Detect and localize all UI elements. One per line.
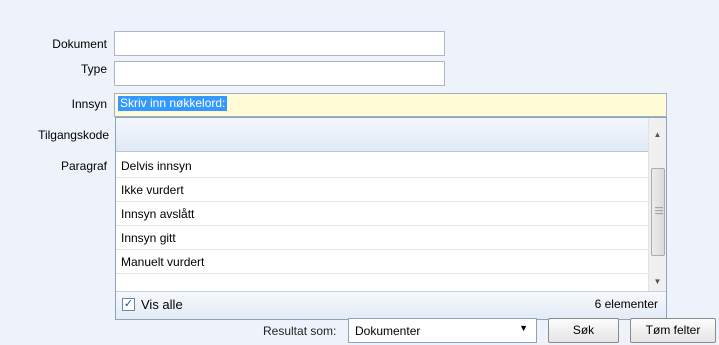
- tom-felter-button[interactable]: Tøm felter: [630, 318, 716, 343]
- dokument-field[interactable]: [114, 31, 445, 56]
- list-item[interactable]: Ikke vurdert: [116, 178, 649, 202]
- scrollbar-thumb[interactable]: — — —: [651, 168, 665, 256]
- list-item[interactable]: Manuelt vurdert: [116, 250, 649, 274]
- list-item[interactable]: Innsyn avslått: [116, 202, 649, 226]
- innsyn-input-selected-text[interactable]: Skriv inn nøkkelord:: [118, 96, 228, 111]
- list-item[interactable]: Innsyn gitt: [116, 226, 649, 250]
- element-count: 6 elementer: [594, 297, 658, 311]
- innsyn-label: Innsyn: [71, 97, 107, 111]
- scrollbar-grip-icon: — — —: [655, 203, 663, 218]
- dropdown-filter-row[interactable]: [116, 118, 651, 152]
- scroll-down-arrow-icon[interactable]: ▼: [649, 273, 666, 290]
- paragraf-label: Paragraf: [60, 159, 107, 173]
- list-item[interactable]: Delvis innsyn: [116, 154, 649, 178]
- tilgangskode-label: Tilgangskode: [38, 128, 109, 142]
- type-label: Type: [80, 62, 107, 76]
- vis-alle-checkbox[interactable]: ✓: [122, 298, 135, 311]
- dropdown-list: Delvis innsyn Ikke vurdert Innsyn avslåt…: [116, 154, 649, 274]
- dropdown-scrollbar[interactable]: ▲ — — — ▼: [648, 118, 666, 292]
- scroll-up-arrow-icon[interactable]: ▲: [649, 126, 666, 143]
- dropdown-footer: ✓ Vis alle 6 elementer: [116, 291, 666, 319]
- sok-button[interactable]: Søk: [548, 318, 619, 343]
- vis-alle-label[interactable]: Vis alle: [141, 297, 183, 312]
- resultat-som-value: Dokumenter: [355, 324, 421, 338]
- chevron-down-icon[interactable]: ▼: [519, 323, 528, 333]
- resultat-som-select[interactable]: Dokumenter ▼: [348, 318, 537, 343]
- dokument-label: Dokument: [52, 37, 107, 51]
- type-field[interactable]: [114, 61, 445, 86]
- innsyn-dropdown: Delvis innsyn Ikke vurdert Innsyn avslåt…: [115, 117, 667, 320]
- resultat-som-label: Resultat som:: [263, 324, 337, 338]
